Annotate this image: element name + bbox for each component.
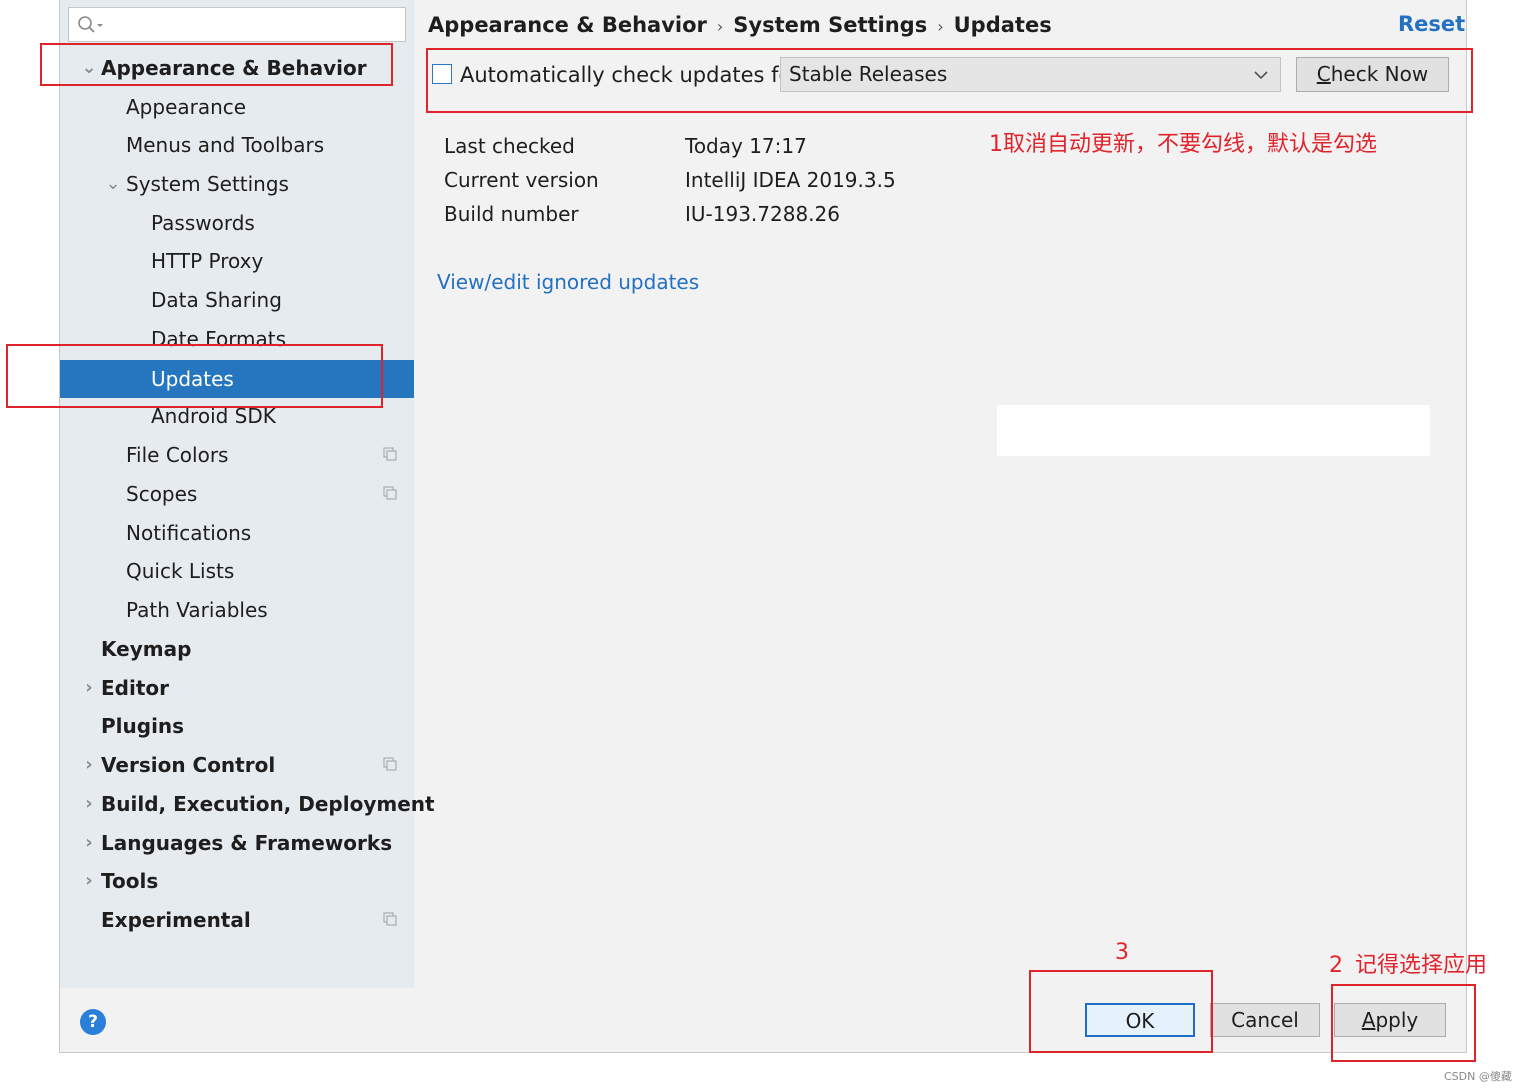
sidebar-item-scopes[interactable]: Scopes: [60, 475, 414, 513]
sidebar-item-label: Tools: [101, 869, 159, 893]
sidebar-item-tools[interactable]: › Tools: [60, 862, 414, 900]
sidebar-item-http-proxy[interactable]: HTTP Proxy: [60, 242, 414, 280]
breadcrumb-separator: ›: [937, 17, 944, 36]
sidebar-item-label: Editor: [101, 676, 169, 700]
sidebar-item-version-control[interactable]: › Version Control: [60, 746, 414, 784]
sidebar-item-notifications[interactable]: Notifications: [60, 514, 414, 552]
sidebar-item-label: HTTP Proxy: [151, 249, 264, 273]
last-checked-key: Last checked: [444, 134, 575, 158]
chevron-right-icon[interactable]: ›: [81, 824, 97, 862]
annotation-box: [426, 48, 1473, 113]
project-scope-icon: [383, 757, 397, 771]
sidebar-item-label: Passwords: [151, 211, 255, 235]
chevron-right-icon[interactable]: ›: [81, 785, 97, 823]
annotation-box: [40, 43, 393, 86]
current-version-key: Current version: [444, 168, 599, 192]
sidebar-item-data-sharing[interactable]: Data Sharing: [60, 281, 414, 319]
project-scope-icon: [383, 486, 397, 500]
cancel-button[interactable]: Cancel: [1210, 1003, 1320, 1037]
project-scope-icon: [383, 447, 397, 461]
sidebar-item-label: Keymap: [101, 637, 192, 661]
sidebar-item-label: Plugins: [101, 714, 185, 738]
sidebar-item-label: Appearance: [126, 95, 247, 119]
sidebar-item-plugins[interactable]: Plugins: [60, 707, 414, 745]
sidebar-item-editor[interactable]: › Editor: [60, 669, 414, 707]
ignored-updates-link[interactable]: View/edit ignored updates: [437, 265, 699, 299]
breadcrumb: Appearance & Behavior › System Settings › Up…: [428, 8, 1052, 42]
sidebar-item-keymap[interactable]: Keymap: [60, 630, 414, 668]
current-version-value: IntelliJ IDEA 2019.3.5: [685, 168, 896, 192]
breadcrumb-item: Appearance & Behavior: [428, 13, 707, 37]
sidebar-item-label: Version Control: [101, 753, 276, 777]
build-number-key: Build number: [444, 202, 579, 226]
sidebar-item-label: Build, Execution, Deployment: [101, 792, 435, 816]
chevron-right-icon[interactable]: ›: [81, 746, 97, 784]
annotation-note-2-num: 2: [1329, 953, 1343, 978]
sidebar-item-label: Quick Lists: [126, 559, 235, 583]
annotation-box: [1331, 984, 1476, 1062]
sidebar-item-build-execution[interactable]: › Build, Execution, Deployment: [60, 785, 434, 823]
blank-area: [997, 405, 1430, 456]
sidebar-item-system-settings[interactable]: ⌄ System Settings: [60, 165, 414, 203]
sidebar-item-label: Experimental: [101, 908, 251, 932]
sidebar-item-languages-frameworks[interactable]: › Languages & Frameworks: [60, 824, 414, 862]
sidebar-item-label: Languages & Frameworks: [101, 831, 393, 855]
build-number-value: IU-193.7288.26: [685, 202, 840, 226]
sidebar-item-label: System Settings: [126, 172, 289, 196]
chevron-down-icon[interactable]: ⌄: [105, 165, 121, 203]
sidebar-item-quick-lists[interactable]: Quick Lists: [60, 552, 414, 590]
annotation-note-3: 3: [1115, 940, 1129, 965]
sidebar-item-label: Menus and Toolbars: [126, 133, 325, 157]
last-checked-value: Today 17:17: [685, 134, 807, 158]
sidebar-item-appearance[interactable]: Appearance: [60, 88, 414, 126]
project-scope-icon: [383, 912, 397, 926]
breadcrumb-separator: ›: [716, 17, 724, 36]
sidebar-item-label: File Colors: [126, 443, 229, 467]
search-icon: [78, 16, 103, 33]
sidebar-item-label: Notifications: [126, 521, 252, 545]
sidebar-item-menus-toolbars[interactable]: Menus and Toolbars: [60, 126, 414, 164]
chevron-right-icon[interactable]: ›: [81, 669, 97, 707]
sidebar-item-label: Scopes: [126, 482, 198, 506]
sidebar-item-path-variables[interactable]: Path Variables: [60, 591, 414, 629]
sidebar-item-label: Path Variables: [126, 598, 268, 622]
annotation-box: [6, 344, 383, 408]
annotation-note-2-text: 记得选择应用: [1355, 953, 1488, 978]
sidebar-item-label: Data Sharing: [151, 288, 282, 312]
watermark: CSDN @傻藏: [1444, 1070, 1512, 1083]
breadcrumb-item: System Settings: [733, 13, 928, 37]
page-title: Updates: [953, 13, 1052, 37]
annotation-box: [1029, 970, 1213, 1053]
chevron-right-icon[interactable]: ›: [81, 862, 97, 900]
sidebar-item-file-colors[interactable]: File Colors: [60, 436, 414, 474]
sidebar-item-experimental[interactable]: Experimental: [60, 901, 414, 939]
annotation-note-1: 1取消自动更新，不要勾线，默认是勾选: [989, 132, 1377, 157]
search-input[interactable]: [68, 7, 406, 42]
help-icon[interactable]: ?: [80, 1009, 106, 1035]
sidebar-item-passwords[interactable]: Passwords: [60, 204, 414, 242]
reset-link[interactable]: Reset: [1398, 12, 1465, 36]
